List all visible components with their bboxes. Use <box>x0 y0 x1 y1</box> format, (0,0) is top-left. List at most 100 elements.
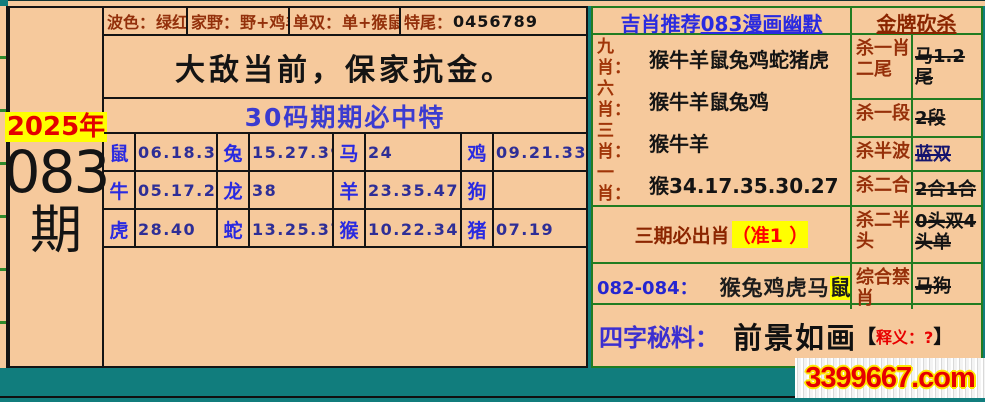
zodiac-name: 鼠 <box>104 134 136 172</box>
bracket-open: 【 <box>857 322 876 349</box>
period-range-value: 猴兔鸡虎马鼠 <box>720 272 852 302</box>
six-zodiac-value: 猴牛羊鼠兔鸡 <box>649 86 850 115</box>
stats-row: 波色： 绿红 家野： 野+鸡羊 单双： 单+猴鼠 特尾： 0456789 <box>104 8 586 36</box>
kill-value: 2段 <box>913 100 981 136</box>
label-line: 九 <box>597 37 635 58</box>
three-period-section: 三期必出肖 （准1 ） 杀二半头 0头双4头单 <box>593 207 981 264</box>
zodiac-numbers: 10.22.34.46 <box>366 210 462 248</box>
site-url-text: 3399667.com <box>805 362 975 395</box>
kill-value: 0头双4头单 <box>913 207 981 262</box>
zodiac-numbers: 23.35.47 <box>366 172 462 210</box>
zodiac-name: 猴 <box>334 210 366 248</box>
kill-row: 杀一段 2段 <box>852 100 981 138</box>
kill-label: 杀一段 <box>852 100 913 136</box>
zodiac-name: 马 <box>334 134 366 172</box>
zodiac-picks: 九 肖： 六 肖： 三 肖： 一 肖： 猴牛羊鼠兔鸡蛇猪虎 猴牛羊鼠兔鸡 猴牛羊… <box>593 35 852 207</box>
three-period-text: 三期必出肖 <box>635 221 730 248</box>
label-line: 六 <box>597 79 635 100</box>
stat-value: 单+猴鼠 <box>342 9 401 33</box>
zodiac-name: 羊 <box>334 172 366 210</box>
prediction-table: 2025年 083 期 波色： 绿红 家野： 野+鸡羊 单双： 单+猴鼠 <box>8 6 588 368</box>
zodiac-numbers: 13.25.37.49 <box>250 210 334 248</box>
issue-word: 期 <box>30 202 82 260</box>
three-period-must-appear: 三期必出肖 （准1 ） <box>593 207 852 262</box>
comprehensive-ban-row: 综合禁肖 马狗 <box>852 264 981 309</box>
stat-label: 家野： <box>191 9 239 33</box>
three-zodiac-value: 猴牛羊 <box>649 128 850 157</box>
period-range-picks: 082-084： 猴兔鸡虎马鼠 <box>593 264 852 309</box>
kill-label: 杀半波 <box>852 138 913 170</box>
kill-row: 杀二合 2合1合 <box>852 172 981 207</box>
zodiac-numbers: 38 <box>250 172 334 210</box>
kill-label: 杀二半头 <box>852 207 913 262</box>
label-line: 肖： <box>597 142 635 163</box>
slogan-text: 大敌当前，保家抗金。 <box>104 36 586 99</box>
period-range-section: 082-084： 猴兔鸡虎马鼠 综合禁肖 马狗 <box>593 264 981 305</box>
zodiac-pick-labels: 九 肖： 六 肖： 三 肖： 一 肖： <box>597 37 635 205</box>
lucky-zodiac-header: 吉肖推荐 083漫画幽默 <box>593 8 852 37</box>
zodiac-numbers: 24 <box>366 134 462 172</box>
ban-label: 综合禁肖 <box>852 264 913 309</box>
secret-label: 四字秘料： <box>599 318 719 353</box>
recommendation-panel: 吉肖推荐 083漫画幽默 金牌砍杀 九 肖： 六 肖： 三 肖： 一 肖： 猴牛… <box>591 6 983 368</box>
prediction-table-body: 波色： 绿红 家野： 野+鸡羊 单双： 单+猴鼠 特尾： 0456789 大敌当… <box>104 8 586 366</box>
accuracy-note: （准1 ） <box>732 221 809 248</box>
period-range-label: 082-084： <box>597 274 698 300</box>
kill-value: 2合1合 <box>913 172 981 207</box>
nine-zodiac-value: 猴牛羊鼠兔鸡蛇猪虎 <box>649 44 850 73</box>
zodiac-numbers-table: 鼠 06.18.30 兔 15.27.39 马 24 鸡 09.21.33.45… <box>104 134 586 248</box>
label-line: 肖： <box>597 58 635 79</box>
kill-value: 马1.2尾 <box>913 35 981 98</box>
zodiac-name: 鸡 <box>462 134 494 172</box>
stat-value: 0456789 <box>453 12 538 31</box>
zodiac-name: 蛇 <box>218 210 250 248</box>
secret-note: 释义：? <box>876 324 933 348</box>
label-line: 肖： <box>597 184 635 205</box>
kill-label: 杀二合 <box>852 172 913 207</box>
kill-row: 杀半波 蓝双 <box>852 138 981 172</box>
gold-kill-header-link[interactable]: 金牌砍杀 <box>852 8 981 37</box>
zodiac-name: 猪 <box>462 210 494 248</box>
panel-header: 吉肖推荐 083漫画幽默 金牌砍杀 <box>593 8 981 35</box>
issue-number: 083 <box>4 142 109 202</box>
zodiac-numbers: 05.17.29 <box>136 172 218 210</box>
kill-two-half-head-row: 杀二半头 0头双4头单 <box>852 207 981 262</box>
zodiac-name: 狗 <box>462 172 494 210</box>
one-zodiac-value: 猴34.17.35.30.27 <box>649 170 850 199</box>
stat-value: 野+鸡羊 <box>240 9 290 33</box>
header-text: 吉肖推荐 <box>621 8 701 37</box>
zodiac-name: 兔 <box>218 134 250 172</box>
label-line: 一 <box>597 163 635 184</box>
zodiac-pick-values: 猴牛羊鼠兔鸡蛇猪虎 猴牛羊鼠兔鸡 猴牛羊 猴34.17.35.30.27 <box>635 37 850 205</box>
label-line: 肖： <box>597 100 635 121</box>
stat-value: 绿红 <box>156 9 188 33</box>
stat-label: 单双： <box>293 9 341 33</box>
gold-kill-list: 杀一肖二尾 马1.2尾 杀一段 2段 杀半波 蓝双 杀二合 2合1合 <box>852 35 981 207</box>
zodiac-name: 龙 <box>218 172 250 210</box>
stat-wave-color: 波色： 绿红 <box>104 8 188 34</box>
zodiac-numbers: 07.19 <box>494 210 586 248</box>
stat-special-tail: 特尾： 0456789 <box>401 8 586 34</box>
zodiac-name: 牛 <box>104 172 136 210</box>
stat-odd-even: 单双： 单+猴鼠 <box>290 8 401 34</box>
banner-text: 30码期期必中特 <box>104 99 586 134</box>
kill-value: 蓝双 <box>913 138 981 170</box>
kill-row: 杀一肖二尾 马1.2尾 <box>852 35 981 100</box>
zodiac-picks-section: 九 肖： 六 肖： 三 肖： 一 肖： 猴牛羊鼠兔鸡蛇猪虎 猴牛羊鼠兔鸡 猴牛羊… <box>593 35 981 207</box>
ban-value: 马狗 <box>913 264 981 309</box>
zodiac-numbers: 15.27.39 <box>250 134 334 172</box>
highlighted-animal: 鼠 <box>830 276 852 300</box>
zodiac-numbers <box>494 172 586 210</box>
stat-home-wild: 家野： 野+鸡羊 <box>188 8 290 34</box>
stat-label: 特尾： <box>404 9 452 33</box>
zodiac-name: 虎 <box>104 210 136 248</box>
secret-value: 前景如画 <box>733 315 857 357</box>
lottery-prediction-page: 2025年 083 期 波色： 绿红 家野： 野+鸡羊 单双： 单+猴鼠 <box>0 0 985 402</box>
range-animals: 猴兔鸡虎马 <box>720 276 830 300</box>
empty-area <box>104 248 586 366</box>
zodiac-numbers: 09.21.33.45 <box>494 134 586 172</box>
comic-humor-link[interactable]: 083漫画幽默 <box>701 8 823 37</box>
site-watermark: 3399667.com <box>795 358 985 398</box>
stat-label: 波色： <box>107 9 155 33</box>
zodiac-numbers: 28.40 <box>136 210 218 248</box>
